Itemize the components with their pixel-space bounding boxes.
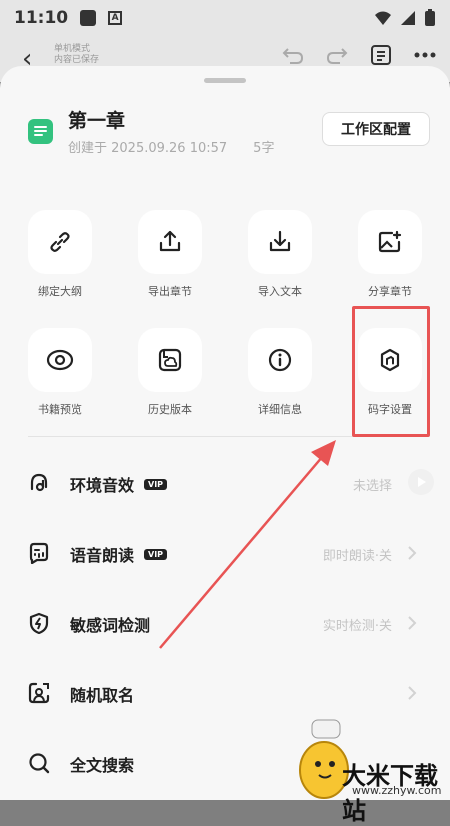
grid-label: 导入文本 bbox=[258, 285, 302, 298]
grid-label: 绑定大纲 bbox=[38, 285, 82, 298]
share-chapter-tile[interactable] bbox=[358, 210, 422, 274]
word-count: 5字 bbox=[253, 141, 275, 156]
watermark: 大米下载站 www.zzhyw.com bbox=[288, 712, 450, 825]
grid-label: 历史版本 bbox=[148, 403, 192, 416]
history-version-tile[interactable] bbox=[138, 328, 202, 392]
random-name-icon bbox=[28, 682, 50, 704]
info-icon bbox=[268, 348, 292, 372]
drag-handle[interactable] bbox=[204, 78, 246, 83]
row-value: 即时朗读·关 bbox=[322, 549, 392, 564]
battery-icon bbox=[425, 9, 435, 26]
share-chapter-button[interactable]: 分享章节 bbox=[345, 210, 435, 299]
row-value: 未选择 bbox=[352, 479, 392, 494]
more-icon[interactable] bbox=[414, 52, 436, 58]
history-icon bbox=[158, 348, 182, 372]
ambient-sound-row[interactable]: 环境音效 VIP 未选择 bbox=[0, 458, 450, 508]
grid-label: 导出章节 bbox=[148, 285, 192, 298]
grid-label: 分享章节 bbox=[368, 285, 412, 298]
sensitive-word-row[interactable]: 敏感词检测 实时检测·关 bbox=[0, 598, 450, 648]
bind-outline-tile[interactable] bbox=[28, 210, 92, 274]
document-icon bbox=[28, 119, 53, 144]
import-icon bbox=[269, 230, 291, 252]
a-badge-icon: A bbox=[108, 11, 123, 25]
chevron-right-icon bbox=[408, 686, 417, 700]
chevron-right-icon bbox=[408, 546, 417, 560]
status-time: 11:10 bbox=[14, 8, 69, 28]
watermark-url: www.zzhyw.com bbox=[352, 784, 442, 797]
grid-label: 书籍预览 bbox=[38, 403, 82, 416]
history-version-button[interactable]: 历史版本 bbox=[125, 328, 215, 417]
detail-info-button[interactable]: 详细信息 bbox=[235, 328, 325, 417]
book-preview-button[interactable]: 书籍预览 bbox=[15, 328, 105, 417]
highlight-box bbox=[352, 306, 430, 437]
chevron-right-icon bbox=[408, 616, 417, 630]
workspace-config-button[interactable]: 工作区配置 bbox=[322, 112, 430, 146]
outline-icon[interactable] bbox=[370, 44, 392, 66]
wifi-icon bbox=[375, 11, 391, 25]
import-text-button[interactable]: 导入文本 bbox=[235, 210, 325, 299]
row-label: 环境音效 bbox=[70, 476, 135, 495]
mode-line2: 内容已保存 bbox=[54, 55, 100, 65]
ambient-sound-icon bbox=[30, 473, 48, 492]
row-label: 敏感词检测 bbox=[70, 616, 151, 635]
notification-icon bbox=[80, 10, 97, 26]
export-chapter-button[interactable]: 导出章节 bbox=[125, 210, 215, 299]
redo-icon[interactable] bbox=[326, 45, 348, 65]
bind-outline-button[interactable]: 绑定大纲 bbox=[15, 210, 105, 299]
chapter-meta: 创建于 2025.09.26 10:57 5字 bbox=[68, 137, 274, 156]
row-label: 语音朗读 bbox=[70, 546, 135, 565]
row-label: 随机取名 bbox=[70, 686, 135, 705]
voice-read-row[interactable]: 语音朗读 VIP 即时朗读·关 bbox=[0, 528, 450, 578]
link-icon bbox=[50, 232, 70, 252]
export-icon bbox=[159, 230, 181, 252]
row-value: 实时检测·关 bbox=[322, 619, 392, 634]
created-time: 创建于 2025.09.26 10:57 bbox=[68, 141, 228, 156]
detail-info-tile[interactable] bbox=[248, 328, 312, 392]
book-preview-tile[interactable] bbox=[28, 328, 92, 392]
eye-icon bbox=[46, 349, 74, 371]
status-bar: 11:10 A bbox=[0, 0, 450, 36]
shield-bolt-icon bbox=[29, 612, 49, 634]
chapter-title: 第一章 bbox=[68, 110, 126, 132]
export-chapter-tile[interactable] bbox=[138, 210, 202, 274]
play-icon[interactable] bbox=[408, 469, 434, 495]
search-icon bbox=[29, 753, 50, 774]
mode-line1: 单机模式 bbox=[54, 44, 91, 54]
signal-icon bbox=[401, 11, 415, 25]
random-name-row[interactable]: 随机取名 bbox=[0, 668, 450, 718]
editor-mode: 单机模式 内容已保存 bbox=[54, 44, 99, 66]
vip-badge: VIP bbox=[144, 478, 168, 490]
undo-icon[interactable] bbox=[282, 45, 304, 65]
vip-badge: VIP bbox=[144, 548, 168, 560]
row-label: 全文搜索 bbox=[70, 756, 135, 775]
share-image-icon bbox=[378, 230, 402, 253]
grid-label: 详细信息 bbox=[258, 403, 302, 416]
voice-read-icon bbox=[29, 542, 49, 564]
import-text-tile[interactable] bbox=[248, 210, 312, 274]
